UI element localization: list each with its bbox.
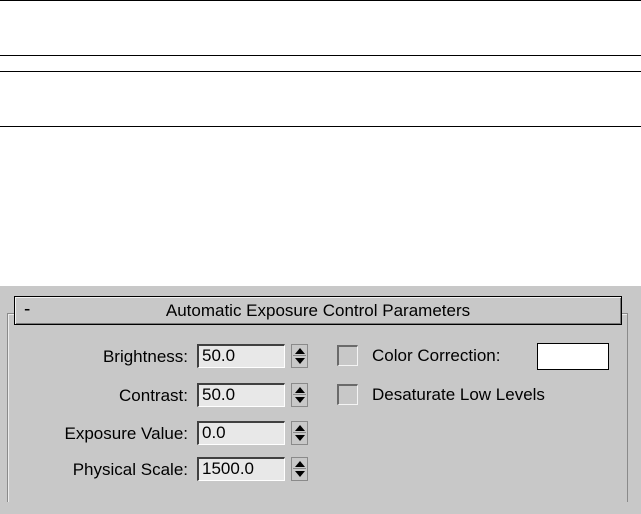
physical-scale-row: Physical Scale: 1500.0 [0, 456, 641, 484]
exposure-value-row: Exposure Value: 0.0 [0, 420, 641, 448]
exposure-rollout-panel: - Automatic Exposure Control Parameters … [0, 286, 641, 514]
brightness-spinner[interactable] [291, 344, 308, 368]
exposure-value-spinner[interactable] [291, 421, 308, 445]
spinner-up-icon[interactable] [295, 348, 305, 354]
spinner-up-icon[interactable] [295, 461, 305, 467]
physical-scale-label: Physical Scale: [72, 460, 188, 479]
contrast-label: Contrast: [119, 386, 188, 405]
color-correction-swatch[interactable] [537, 343, 609, 370]
contrast-spinner[interactable] [291, 383, 308, 407]
physical-scale-spinner[interactable] [291, 457, 308, 481]
top-rule-4 [0, 126, 641, 127]
spinner-up-icon[interactable] [295, 387, 305, 393]
spinner-divider [293, 355, 306, 356]
spinner-down-icon[interactable] [295, 471, 305, 477]
top-rule-2 [0, 55, 641, 56]
spinner-divider [293, 432, 306, 433]
spinner-down-icon[interactable] [295, 397, 305, 403]
top-rule-3 [0, 71, 641, 72]
desaturate-low-levels-checkbox[interactable] [337, 384, 358, 405]
spinner-divider [293, 394, 306, 395]
spinner-up-icon[interactable] [295, 425, 305, 431]
physical-scale-input[interactable]: 1500.0 [197, 457, 285, 481]
rollout-title: Automatic Exposure Control Parameters [165, 301, 471, 320]
brightness-input[interactable]: 50.0 [197, 344, 285, 368]
top-rule-1 [0, 0, 641, 1]
rollout-title-bar[interactable]: - Automatic Exposure Control Parameters [14, 296, 622, 325]
spinner-down-icon[interactable] [295, 435, 305, 441]
color-correction-label: Color Correction: [372, 346, 501, 365]
exposure-value-input[interactable]: 0.0 [197, 421, 285, 445]
exposure-value-label: Exposure Value: [64, 424, 188, 443]
spinner-down-icon[interactable] [295, 358, 305, 364]
desaturate-low-levels-label: Desaturate Low Levels [372, 385, 545, 404]
spinner-divider [293, 468, 306, 469]
brightness-label: Brightness: [102, 347, 188, 366]
contrast-input[interactable]: 50.0 [197, 383, 285, 407]
color-correction-checkbox[interactable] [337, 345, 358, 366]
